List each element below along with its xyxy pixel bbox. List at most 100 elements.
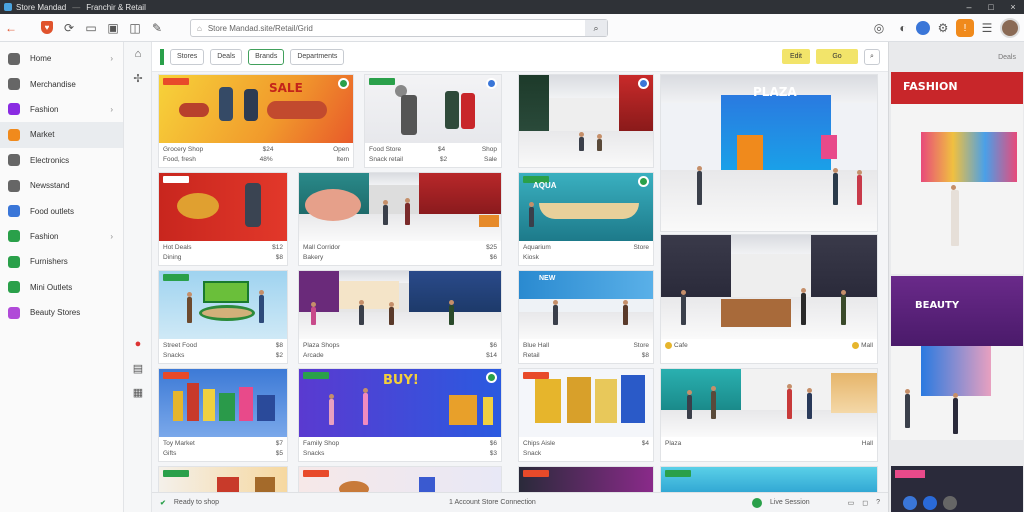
- store-card[interactable]: [158, 466, 288, 492]
- more-icon[interactable]: [943, 496, 957, 510]
- store-card[interactable]: Street Food $8 Snacks $2: [158, 270, 288, 364]
- chip-deals[interactable]: Deals: [210, 48, 243, 65]
- window-icon[interactable]: ◫: [124, 17, 146, 39]
- store-preview[interactable]: [891, 466, 1023, 512]
- sidebar-item-fashion[interactable]: Fashion ›: [0, 97, 123, 122]
- status-bar: ✔ Ready to shop 1 Account Store Connecti…: [152, 492, 888, 512]
- store-card[interactable]: Toy Market $7 Gifts $5: [158, 368, 288, 462]
- sidebar-item-home[interactable]: Home ›: [0, 46, 123, 71]
- search-icon[interactable]: ⌕: [585, 20, 607, 36]
- search-icon[interactable]: ⌕: [864, 48, 880, 65]
- address-bar[interactable]: ⌂ Store Mandad.site/Retail/Grid ⌕: [190, 19, 608, 37]
- sidebar-item-label: Mini Outlets: [30, 282, 73, 292]
- grid-icon[interactable]: ▦: [124, 380, 152, 404]
- share-icon[interactable]: [903, 496, 917, 510]
- go-button[interactable]: Go: [816, 49, 858, 64]
- bookmark-icon[interactable]: ✎: [146, 17, 168, 39]
- chevron-right-icon: ›: [110, 104, 113, 114]
- store-card[interactable]: Hot Deals $12 Dining $8: [158, 172, 288, 266]
- store-preview[interactable]: FASHION: [891, 72, 1023, 274]
- card-title: Plaza Shops: [303, 342, 340, 349]
- box-icon: [8, 255, 20, 268]
- menu-icon[interactable]: ☰: [976, 17, 998, 39]
- notification-icon[interactable]: !: [956, 19, 974, 37]
- settings-icon[interactable]: ⚙: [932, 17, 954, 39]
- store-card[interactable]: [298, 466, 502, 492]
- chevron-right-icon: ›: [110, 231, 113, 241]
- window-subtitle: Franchir & Retail: [86, 2, 146, 12]
- tag-icon: [8, 230, 20, 243]
- help-icon[interactable]: ?: [876, 499, 880, 506]
- store-card[interactable]: [660, 466, 878, 492]
- right-panel-header: Deals: [998, 53, 1016, 61]
- card-title: Aquarium: [523, 244, 551, 251]
- store-icon: [8, 281, 20, 294]
- sidebar-item-label: Beauty Stores: [30, 308, 81, 318]
- sidebar-item-electronics[interactable]: Electronics: [0, 148, 123, 173]
- card-title: Plaza: [665, 440, 682, 447]
- chevron-right-icon: ›: [110, 54, 113, 64]
- sidebar-list: Home › Merchandise Fashion › Market Electronic…: [0, 46, 123, 325]
- maximize-icon[interactable]: □: [980, 2, 1002, 12]
- card-title: Street Food: [163, 342, 197, 349]
- tool-rail: ⌂ ✢ ● ▤ ▦: [124, 42, 152, 512]
- sidebar-item-label: Market: [30, 130, 55, 140]
- store-card[interactable]: NEW Blue Hall Store Retail $8: [518, 270, 654, 364]
- store-preview[interactable]: BEAUTY: [891, 276, 1023, 440]
- lock-icon: ⌂: [197, 23, 202, 33]
- store-card[interactable]: Cafe Mall: [660, 234, 878, 364]
- pin-icon[interactable]: ✢: [124, 66, 152, 90]
- minimize-icon[interactable]: –: [958, 2, 980, 12]
- layers-icon[interactable]: ▤: [124, 356, 152, 380]
- store-card[interactable]: Plaza Shops $6 Arcade $14: [298, 270, 502, 364]
- refresh-icon[interactable]: ⟳: [58, 17, 80, 39]
- title-bar: Store Mandad — Franchir & Retail – □ ×: [0, 0, 1024, 14]
- edit-button[interactable]: Edit: [781, 49, 810, 64]
- store-card[interactable]: [518, 74, 654, 168]
- store-card[interactable]: [518, 466, 654, 492]
- sidebar-item-label: Electronics: [30, 155, 70, 165]
- sidebar-item-fashion[interactable]: Fashion ›: [0, 224, 123, 249]
- sidebar-item-food-outlets[interactable]: Food outlets: [0, 198, 123, 223]
- chip-stores[interactable]: Stores: [170, 48, 205, 65]
- store-grid: SALE Grocery Shop $24 Open Food, fresh 48% I…: [152, 72, 888, 492]
- right-panel: Deals FASHION BEAUTY: [888, 42, 1024, 512]
- close-icon[interactable]: ×: [1002, 2, 1024, 12]
- expand-icon[interactable]: ▭: [848, 499, 855, 507]
- chip-brands[interactable]: Brands: [248, 48, 285, 65]
- link-icon[interactable]: [923, 496, 937, 510]
- sidebar-item-furnishers[interactable]: Furnishers: [0, 249, 123, 274]
- url-text: Store Mandad.site/Retail/Grid: [207, 23, 313, 33]
- card-title: Cafe: [665, 342, 688, 349]
- chat-icon[interactable]: ◻: [862, 499, 868, 507]
- home-icon[interactable]: ⌂: [124, 42, 152, 66]
- sidebar-item-label: Fashion: [30, 104, 59, 114]
- avatar[interactable]: [1000, 18, 1020, 38]
- store-card[interactable]: BUY! Family Shop $6 Snacks $3: [298, 368, 502, 462]
- sidebar-item-beauty-stores[interactable]: Beauty Stores: [0, 300, 123, 325]
- store-card[interactable]: Food Store $4 Shop Snack retail $2 Sale: [364, 74, 502, 168]
- sidebar-item-merchandise[interactable]: Merchandise: [0, 71, 123, 96]
- screen-icon[interactable]: ▭: [80, 17, 102, 39]
- back-arrow-icon[interactable]: ←: [0, 17, 22, 39]
- check-icon: ✔: [160, 499, 166, 507]
- sync-icon[interactable]: ◎: [868, 17, 890, 39]
- store-card[interactable]: Chips Aisle $4 Snack: [518, 368, 654, 462]
- online-icon: [751, 497, 762, 508]
- extension-icon[interactable]: [916, 21, 930, 35]
- chip-departments[interactable]: Departments: [290, 48, 345, 65]
- card-title: Family Shop: [303, 440, 340, 447]
- hanger-icon: [8, 103, 20, 116]
- store-card[interactable]: SALE Grocery Shop $24 Open Food, fresh 48% I…: [158, 74, 354, 168]
- shield-icon[interactable]: ♥: [36, 17, 58, 39]
- store-card[interactable]: AQUA Aquarium Store Kiosk: [518, 172, 654, 266]
- store-card[interactable]: Mall Corridor $25 Bakery $6: [298, 172, 502, 266]
- sidebar-item-market[interactable]: Market: [0, 122, 123, 148]
- sidebar-item-mini-outlets[interactable]: Mini Outlets: [0, 275, 123, 300]
- store-card[interactable]: PLAZA: [660, 74, 878, 232]
- box-icon[interactable]: ▣: [102, 17, 124, 39]
- store-card[interactable]: Plaza Hall: [660, 368, 878, 462]
- profile-switch-icon[interactable]: ◐: [892, 17, 914, 39]
- alert-icon[interactable]: ●: [124, 332, 152, 356]
- sidebar-item-newsstand[interactable]: Newsstand: [0, 173, 123, 198]
